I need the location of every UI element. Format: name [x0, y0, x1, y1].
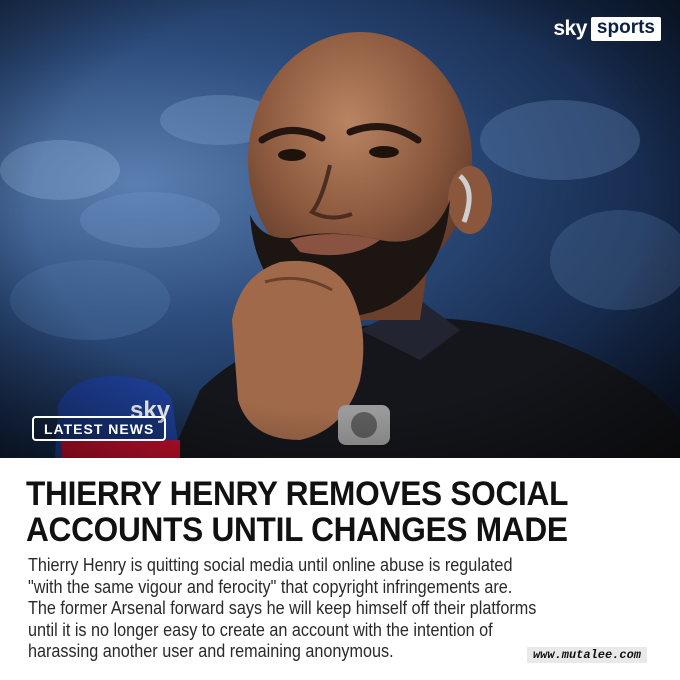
- body-line: harassing another user and remaining ano…: [28, 641, 394, 661]
- body-line: The former Arsenal forward says he will …: [28, 598, 537, 618]
- body-line: Thierry Henry is quitting social media u…: [28, 555, 513, 575]
- body-line: "with the same vigour and ferocity" that…: [28, 576, 513, 597]
- headline: THIERRY HENRY REMOVES SOCIAL ACCOUNTS UN…: [26, 476, 621, 548]
- headline-line-1: THIERRY HENRY REMOVES SOCIAL: [26, 475, 569, 513]
- headline-line-2: ACCOUNTS UNTIL CHANGES MADE: [26, 511, 568, 549]
- sky-sports-logo: sky sports: [553, 17, 661, 41]
- latest-news-tag: LATEST NEWS: [32, 416, 167, 441]
- logo-sports-badge: sports: [590, 17, 661, 41]
- hero-photo: sky sky sports LATEST NEWS: [0, 0, 680, 458]
- photo-illustration: sky: [0, 0, 680, 458]
- watermark: www.mutalee.com: [526, 647, 647, 663]
- logo-sky-text: sky: [553, 17, 587, 41]
- body-line: until it is no longer easy to create an …: [28, 619, 493, 640]
- news-card: sky sky sports LATEST NEWS THIERRY HENRY…: [0, 0, 680, 680]
